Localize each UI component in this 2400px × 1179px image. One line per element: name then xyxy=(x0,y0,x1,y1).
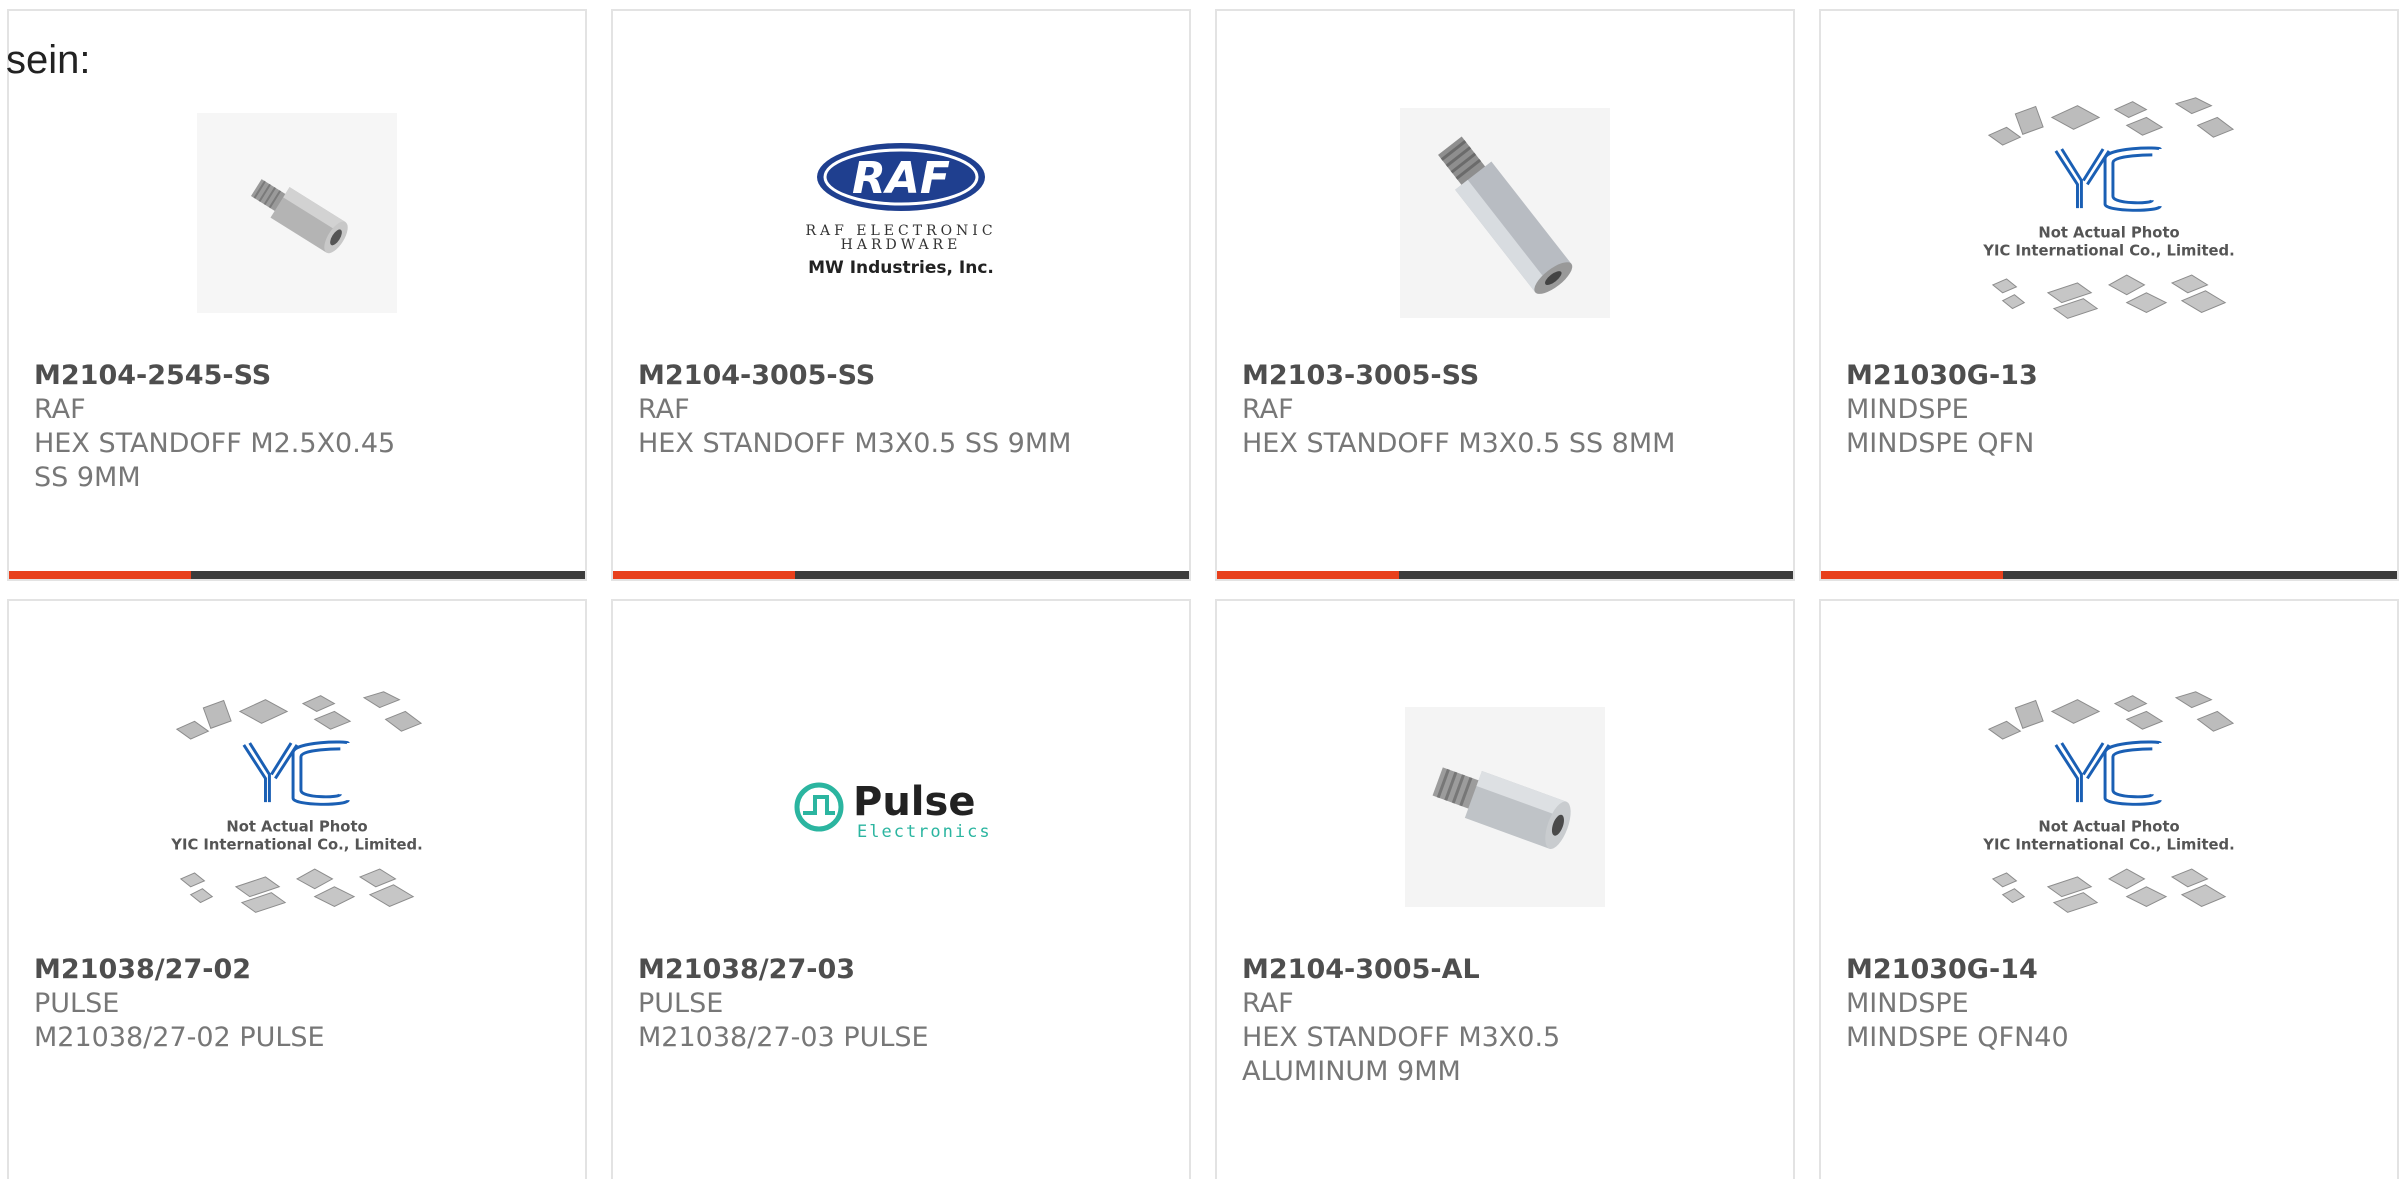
card-bottom-bar xyxy=(613,571,1189,579)
product-info: M21030G-14 MINDSPE MINDSPE QFN40 xyxy=(1846,953,2372,1055)
manufacturer: RAF xyxy=(34,394,86,425)
part-number-link[interactable]: M21030G-14 xyxy=(1846,953,2372,987)
description: HEX STANDOFF M2.5X0.45 SS 9MM xyxy=(34,428,396,493)
product-info: M2104-2545-SS RAF HEX STANDOFF M2.5X0.45… xyxy=(34,359,560,495)
product-image[interactable]: Not Actual Photo YIC International Co., … xyxy=(167,677,427,937)
yic-line1: Not Actual Photo xyxy=(2038,225,2179,242)
manufacturer: PULSE xyxy=(34,988,120,1019)
card-accent xyxy=(613,571,795,579)
description: HEX STANDOFF M3X0.5 SS 9MM xyxy=(638,428,1072,459)
product-card[interactable]: Pulse Electronics M21038/27-03 PULSE M21… xyxy=(611,599,1191,1179)
hex-standoff-icon xyxy=(197,113,397,313)
yic-line1: Not Actual Photo xyxy=(2038,819,2179,836)
page-heading: sein: xyxy=(6,38,91,82)
manufacturer: PULSE xyxy=(638,988,724,1019)
card-accent xyxy=(9,571,191,579)
yic-placeholder-icon: Not Actual Photo YIC International Co., … xyxy=(1982,691,2235,913)
description: M21038/27-03 PULSE xyxy=(638,1022,929,1053)
pulse-line1: Electronics xyxy=(857,822,992,842)
product-image[interactable] xyxy=(1375,83,1635,343)
product-card[interactable]: M2104-2545-SS RAF HEX STANDOFF M2.5X0.45… xyxy=(7,9,587,581)
part-number-link[interactable]: M21030G-13 xyxy=(1846,359,2372,393)
yic-line2: YIC International Co., Limited. xyxy=(1982,242,2234,259)
yic-placeholder-icon: Not Actual Photo YIC International Co., … xyxy=(170,691,423,913)
product-card[interactable]: Not Actual Photo YIC International Co., … xyxy=(7,599,587,1179)
part-number-link[interactable]: M21038/27-02 xyxy=(34,953,560,987)
raf-line3: MW Industries, Inc. xyxy=(808,258,994,278)
part-number-link[interactable]: M2104-2545-SS xyxy=(34,359,560,393)
description: MINDSPE QFN40 xyxy=(1846,1022,2069,1053)
card-bottom-bar xyxy=(9,571,585,579)
manufacturer: RAF xyxy=(1242,988,1294,1019)
description: M21038/27-02 PULSE xyxy=(34,1022,325,1053)
product-image[interactable]: Not Actual Photo YIC International Co., … xyxy=(1979,677,2239,937)
product-image[interactable]: Pulse Electronics xyxy=(771,677,1031,937)
hex-standoff-icon xyxy=(1400,108,1610,318)
raf-line2: HARDWARE xyxy=(841,237,962,253)
product-info: M2103-3005-SS RAF HEX STANDOFF M3X0.5 SS… xyxy=(1242,359,1768,461)
product-info: M21038/27-02 PULSE M21038/27-02 PULSE xyxy=(34,953,560,1055)
product-card[interactable]: RAF RAF ELECTRONIC HARDWARE MW Industrie… xyxy=(611,9,1191,581)
product-card[interactable]: M2103-3005-SS RAF HEX STANDOFF M3X0.5 SS… xyxy=(1215,9,1795,581)
part-number-link[interactable]: M2104-3005-SS xyxy=(638,359,1164,393)
description: HEX STANDOFF M3X0.5 ALUMINUM 9MM xyxy=(1242,1022,1561,1087)
yic-line2: YIC International Co., Limited. xyxy=(1982,836,2234,853)
yic-placeholder-icon: Not Actual Photo YIC International Co., … xyxy=(1982,97,2235,319)
pulse-brand: Pulse xyxy=(853,779,975,825)
pulse-logo-icon: Pulse Electronics xyxy=(794,779,992,842)
manufacturer: RAF xyxy=(638,394,690,425)
raf-logo-icon: RAF RAF ELECTRONIC HARDWARE MW Industrie… xyxy=(805,143,994,278)
product-info: M21038/27-03 PULSE M21038/27-03 PULSE xyxy=(638,953,1164,1055)
product-card[interactable]: Not Actual Photo YIC International Co., … xyxy=(1819,599,2399,1179)
manufacturer: MINDSPE xyxy=(1846,394,1969,425)
description: MINDSPE QFN xyxy=(1846,428,2035,459)
product-image[interactable]: RAF RAF ELECTRONIC HARDWARE MW Industrie… xyxy=(771,83,1031,343)
product-info: M21030G-13 MINDSPE MINDSPE QFN xyxy=(1846,359,2372,461)
manufacturer: MINDSPE xyxy=(1846,988,1969,1019)
card-accent xyxy=(1217,571,1399,579)
product-image[interactable] xyxy=(167,83,427,343)
raf-brand: RAF xyxy=(852,153,950,204)
product-card[interactable]: M2104-3005-AL RAF HEX STANDOFF M3X0.5 AL… xyxy=(1215,599,1795,1179)
product-info: M2104-3005-AL RAF HEX STANDOFF M3X0.5 AL… xyxy=(1242,953,1768,1089)
product-info: M2104-3005-SS RAF HEX STANDOFF M3X0.5 SS… xyxy=(638,359,1164,461)
product-grid: M2104-2545-SS RAF HEX STANDOFF M2.5X0.45… xyxy=(0,0,2400,1179)
card-bottom-bar xyxy=(1217,571,1793,579)
product-card[interactable]: Not Actual Photo YIC International Co., … xyxy=(1819,9,2399,581)
hex-standoff-icon xyxy=(1405,707,1605,907)
yic-line1: Not Actual Photo xyxy=(226,819,367,836)
yic-line2: YIC International Co., Limited. xyxy=(170,836,422,853)
manufacturer: RAF xyxy=(1242,394,1294,425)
part-number-link[interactable]: M2104-3005-AL xyxy=(1242,953,1768,987)
product-image[interactable] xyxy=(1375,677,1635,937)
card-accent xyxy=(1821,571,2003,579)
product-image[interactable]: Not Actual Photo YIC International Co., … xyxy=(1979,83,2239,343)
part-number-link[interactable]: M21038/27-03 xyxy=(638,953,1164,987)
card-bottom-bar xyxy=(1821,571,2397,579)
part-number-link[interactable]: M2103-3005-SS xyxy=(1242,359,1768,393)
description: HEX STANDOFF M3X0.5 SS 8MM xyxy=(1242,428,1676,459)
